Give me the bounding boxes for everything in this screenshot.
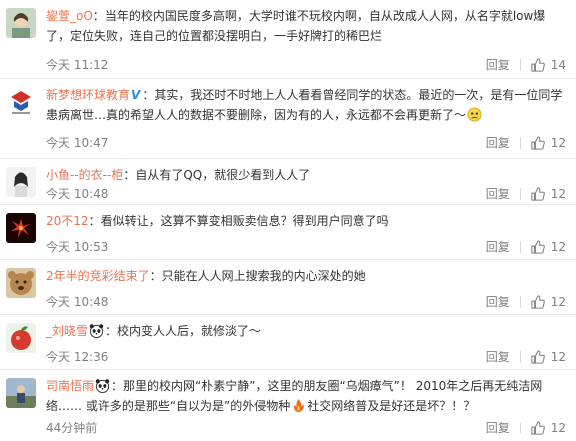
thumbs-up-icon [531, 349, 545, 364]
comment-actions: 回复 12 [486, 419, 566, 436]
comment-item: 20不12：看似转让，这算不算变相贩卖信息？得到用户同意了吗 今天 10:53 … [0, 205, 576, 260]
like-button[interactable]: 12 [531, 421, 566, 435]
comment-actions: 回复 12 [486, 185, 566, 202]
thumbs-up-icon [531, 186, 545, 201]
action-divider [519, 421, 521, 434]
avatar[interactable] [6, 268, 36, 298]
comment-actions: 回复 14 [486, 56, 566, 73]
reply-button[interactable]: 回复 [486, 293, 510, 310]
reply-button[interactable]: 回复 [486, 348, 510, 365]
like-count: 12 [550, 239, 566, 254]
comment-text-block: 2年半的竞彩结束了：只能在人人网上搜索我的内心深处的她 [46, 269, 366, 283]
comment-item: 司南悟雨 ：那里的校内网“朴素宁静”，这里的朋友圈“乌烟瘴气”！ 2010年之后再… [0, 370, 576, 441]
comment-item: _刘晓雪 ：校内变人人后，就修淡了～ 今天 12:36 回复 12 [0, 315, 576, 370]
avatar[interactable] [6, 8, 36, 38]
username-link[interactable]: 小鱼--的衣--柜 [46, 168, 123, 182]
reply-button[interactable]: 回复 [486, 134, 510, 151]
comment-time: 今天 10:47 [46, 136, 109, 150]
comment-text: 自从有了QQ，就很少看到人人了 [135, 168, 311, 182]
thumbs-up-icon [531, 57, 545, 72]
comment-text-block: 司南悟雨 ：那里的校内网“朴素宁静”，这里的朋友圈“乌烟瘴气”！ 2010年之后再… [46, 379, 543, 413]
like-button[interactable]: 14 [531, 58, 566, 72]
action-divider [519, 187, 521, 200]
fire-emoji-icon [294, 398, 305, 413]
comment-actions: 回复 12 [486, 134, 566, 151]
comment-time: 今天 10:53 [46, 240, 109, 254]
username-link[interactable]: 鋆萱_oO [46, 9, 93, 23]
like-button[interactable]: 12 [531, 350, 566, 364]
avatar[interactable] [6, 213, 36, 243]
comment-item: 鋆萱_oO：当年的校内国民度多高啊，大学时谁不玩校内啊，自从改成人人网，从名字就… [0, 0, 576, 79]
like-count: 12 [550, 349, 566, 364]
reply-button[interactable]: 回复 [486, 419, 510, 436]
verified-v-icon: V [131, 88, 141, 102]
comment-text: 只能在人人网上搜索我的内心深处的她 [161, 269, 366, 283]
username-link[interactable]: 2年半的竞彩结束了 [46, 269, 150, 283]
comment-item: 小鱼--的衣--柜：自从有了QQ，就很少看到人人了 今天 10:48 回复 12 [0, 159, 576, 205]
avatar[interactable] [6, 378, 36, 408]
avatar[interactable] [6, 87, 36, 117]
like-count: 12 [550, 294, 566, 309]
action-divider [519, 136, 521, 149]
like-button[interactable]: 12 [531, 136, 566, 150]
comment-item: 2年半的竞彩结束了：只能在人人网上搜索我的内心深处的她 今天 10:48 回复 … [0, 260, 576, 315]
comment-text-block: 鋆萱_oO：当年的校内国民度多高啊，大学时谁不玩校内啊，自从改成人人网，从名字就… [46, 9, 546, 43]
action-divider [519, 295, 521, 308]
action-divider [519, 350, 521, 363]
like-count: 14 [550, 57, 566, 72]
comment-time: 今天 10:48 [46, 187, 109, 201]
reply-button[interactable]: 回复 [486, 185, 510, 202]
like-button[interactable]: 12 [531, 187, 566, 201]
username-link[interactable]: 新梦想环球教育 [46, 88, 130, 102]
comment-time: 今天 10:48 [46, 295, 109, 309]
avatar[interactable] [6, 167, 36, 197]
panda-emoji-icon [89, 324, 104, 338]
comment-text-block: _刘晓雪 ：校内变人人后，就修淡了～ [46, 324, 262, 338]
reply-button[interactable]: 回复 [486, 56, 510, 73]
comment-time: 44分钟前 [46, 421, 98, 435]
username-link[interactable]: _刘晓雪 [46, 324, 88, 338]
comment-list: 鋆萱_oO：当年的校内国民度多高啊，大学时谁不玩校内啊，自从改成人人网，从名字就… [0, 0, 576, 441]
comment-actions: 回复 12 [486, 238, 566, 255]
comment-time: 今天 12:36 [46, 350, 109, 364]
comment-text: 当年的校内国民度多高啊，大学时谁不玩校内啊，自从改成人人网，从名字就low爆了，… [46, 9, 546, 43]
sad-emoji-icon [467, 107, 482, 122]
thumbs-up-icon [531, 294, 545, 309]
comment-actions: 回复 12 [486, 293, 566, 310]
comment-time: 今天 11:12 [46, 58, 109, 72]
like-count: 12 [550, 186, 566, 201]
comment-text-continued: 社交网络普及是好还是坏？！？ [307, 399, 476, 413]
like-count: 12 [550, 135, 566, 150]
comment-text-block: 小鱼--的衣--柜：自从有了QQ，就很少看到人人了 [46, 168, 311, 182]
like-button[interactable]: 12 [531, 295, 566, 309]
thumbs-up-icon [531, 420, 545, 435]
thumbs-up-icon [531, 135, 545, 150]
comment-actions: 回复 12 [486, 348, 566, 365]
comment-text-block: 20不12：看似转让，这算不算变相贩卖信息？得到用户同意了吗 [46, 214, 389, 228]
action-divider [519, 58, 521, 71]
comment-text: 校内变人人后，就修淡了～ [117, 324, 262, 338]
username-link[interactable]: 20不12 [46, 214, 89, 228]
comment-text-block: 新梦想环球教育V ：其实，我还时不时地上人人看看曾经同学的状态。最近的一次，是有一… [46, 85, 564, 125]
panda-emoji-icon [95, 379, 110, 393]
username-link[interactable]: 司南悟雨 [46, 379, 94, 393]
comment-text: 看似转让，这算不算变相贩卖信息？得到用户同意了吗 [100, 214, 389, 228]
like-button[interactable]: 12 [531, 240, 566, 254]
comment-item: 新梦想环球教育V ：其实，我还时不时地上人人看看曾经同学的状态。最近的一次，是有一… [0, 79, 576, 159]
like-count: 12 [550, 420, 566, 435]
thumbs-up-icon [531, 239, 545, 254]
avatar[interactable] [6, 323, 36, 353]
action-divider [519, 240, 521, 253]
reply-button[interactable]: 回复 [486, 238, 510, 255]
